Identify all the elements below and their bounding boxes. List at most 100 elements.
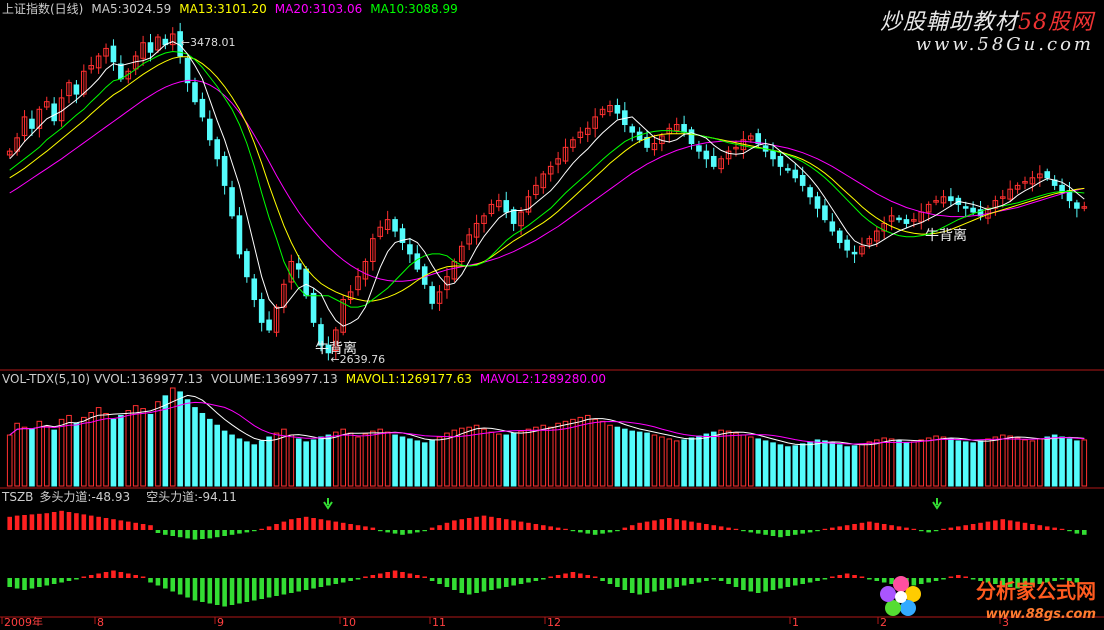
bull-force-bar <box>540 525 546 530</box>
bull-force-bar <box>229 530 235 535</box>
bear-force-bar <box>852 575 857 578</box>
bear-force-bar <box>933 578 939 581</box>
volume-bar <box>81 416 87 487</box>
volume-bar <box>822 440 828 487</box>
bear-force-bar <box>377 573 383 578</box>
bull-force-bar <box>830 527 835 530</box>
bull-force-bar <box>489 516 494 530</box>
volume-bar <box>651 434 658 487</box>
volume-bar <box>933 435 939 487</box>
bear-force-bar <box>644 578 650 593</box>
bear-force-bar <box>415 575 420 578</box>
volume-bar <box>1029 440 1036 487</box>
bear-force-bar <box>711 578 717 580</box>
bull-force-bar <box>763 530 768 535</box>
bear-force-bar <box>689 578 694 584</box>
candle-body <box>229 187 235 217</box>
bear-force-bar <box>103 572 109 578</box>
bull-force-bar <box>911 528 917 530</box>
bear-force-bar <box>81 576 87 578</box>
bear-force-bar <box>926 578 931 583</box>
bear-force-bar <box>318 578 324 587</box>
bull-force-bar <box>1074 530 1080 534</box>
candle-body <box>207 118 213 141</box>
bull-force-bar <box>503 519 509 530</box>
watermark-url-bottom: www.88gs.com <box>985 607 1096 622</box>
bull-force-bar <box>600 530 605 534</box>
bear-force-bar <box>540 578 546 580</box>
volume-bar <box>488 431 495 487</box>
volume-bar <box>58 418 65 487</box>
candle-body <box>792 169 799 179</box>
bear-force-bar <box>578 573 583 578</box>
volume-bar <box>570 418 576 487</box>
volume-bar <box>1007 435 1013 487</box>
volume-bar <box>844 446 850 487</box>
bull-force-bar <box>837 526 843 530</box>
bull-force-bar <box>333 521 339 530</box>
vvol-label: VVOL:1369977.13 <box>94 372 203 386</box>
candle-body <box>510 209 517 224</box>
candle-body <box>822 205 828 221</box>
bull-force-bar <box>874 522 880 530</box>
candle-body <box>118 63 124 80</box>
bear-force-bar <box>859 576 865 578</box>
bear-force-bar <box>726 578 731 584</box>
main-header: 上证指数(日线) MA5:3024.59 MA13:3101.20 MA20:3103… <box>2 2 466 16</box>
volume-bar <box>999 434 1006 487</box>
volume-bar <box>718 429 724 487</box>
bull-force-bar <box>148 525 153 530</box>
bear-force-bar <box>526 578 531 583</box>
bull-force-bar <box>711 525 717 530</box>
volume-bar <box>748 436 754 487</box>
bear-force-bar <box>533 578 539 581</box>
bull-force-bar <box>259 528 264 530</box>
volume-bar <box>799 443 806 487</box>
volume-bar <box>614 426 621 487</box>
bull-force-bar <box>207 530 213 539</box>
bull-force-bar <box>1015 521 1020 530</box>
volume-bar <box>584 414 591 487</box>
candle-body <box>807 187 813 198</box>
bull-force-bar <box>741 530 746 532</box>
bull-force-bar <box>785 530 791 536</box>
bear-force-bar <box>244 578 250 602</box>
bear-force-bar <box>696 578 702 583</box>
bull-force-bar <box>311 518 316 530</box>
bear-force-bar <box>429 578 435 581</box>
bull-force-bar <box>429 527 435 530</box>
bull-force-bar <box>1030 524 1035 530</box>
volume-bar <box>229 434 235 487</box>
bear-force-bar <box>770 578 776 590</box>
bear-force-bar <box>222 578 227 607</box>
chart-stage: ←3478.01 ←2639.76 牛背离 牛背离 2009年 8 9 10 11 12 1 2 3 上… <box>0 0 1104 629</box>
bull-force-bar <box>96 516 101 530</box>
bull-force-bar <box>296 518 302 530</box>
bear-force-bar <box>837 575 843 578</box>
bull-force-bar <box>592 530 598 535</box>
bull-force-bar <box>644 521 650 530</box>
bull-force-bar <box>607 530 613 533</box>
bear-force-bar <box>518 578 524 584</box>
candle-body <box>688 129 695 145</box>
candle-body <box>266 319 272 331</box>
candle-body <box>829 221 836 232</box>
bear-force-bar <box>963 576 969 578</box>
bear-force-bar <box>214 578 220 605</box>
bull-force-bar <box>511 520 516 530</box>
candle-body <box>896 217 902 221</box>
volume-bar <box>770 442 776 487</box>
stock-chart-svg[interactable]: ←3478.01←2639.76牛背离牛背离2009年 8 9 10 11 12 1 2 3 <box>0 0 1104 629</box>
bull-force-bar <box>963 525 969 530</box>
bear-force-bar <box>496 578 502 589</box>
candle-body <box>192 82 198 103</box>
candle-body <box>851 251 858 255</box>
bear-force-bar <box>807 578 813 583</box>
bear-force-bar <box>600 578 605 581</box>
candle-body <box>184 57 191 84</box>
watermark-brand-bottom: 分析家公式网 <box>976 579 1096 603</box>
bull-force-bar <box>251 530 257 532</box>
bull-force-bar <box>81 514 87 530</box>
bear-force-bar <box>830 576 835 578</box>
bear-force-bar <box>681 578 687 586</box>
